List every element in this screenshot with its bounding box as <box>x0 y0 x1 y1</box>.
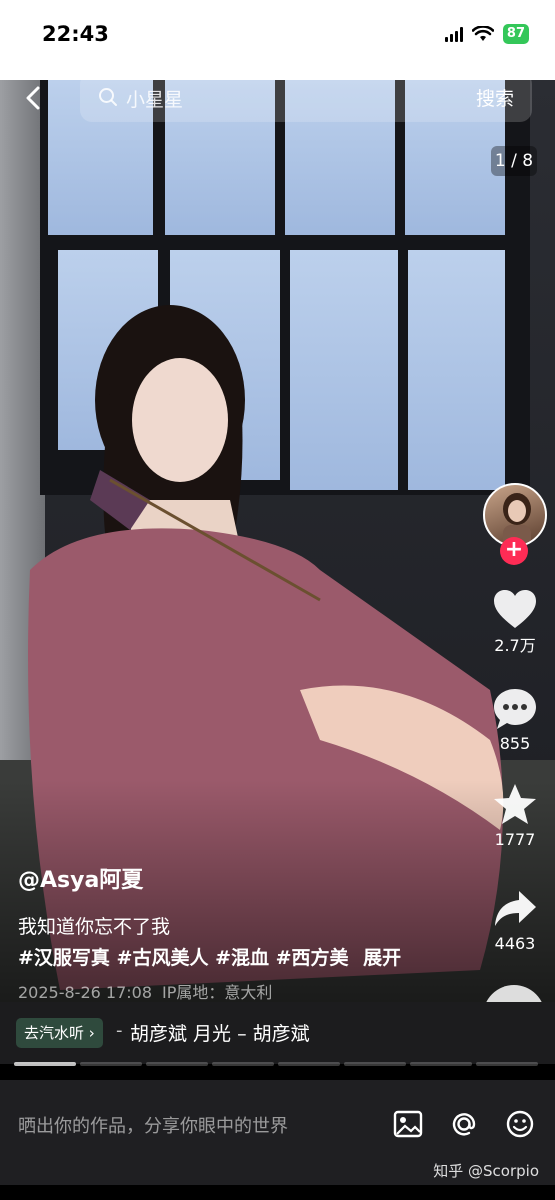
at-icon[interactable] <box>446 1106 482 1142</box>
search-button[interactable]: 搜索 <box>476 84 514 111</box>
cellular-signal-icon <box>444 26 463 42</box>
music-bar[interactable]: 去汽水听 › - 胡彦斌 月光 – 胡彦斌 <box>0 1002 555 1064</box>
wifi-icon <box>471 26 494 41</box>
post-caption: 我知道你忘不了我 <box>18 916 171 938</box>
follow-button[interactable]: + <box>500 537 528 565</box>
status-icons: 87 <box>444 24 529 44</box>
battery-badge: 87 <box>502 24 529 44</box>
watermark-text: 知乎 @Scorpio <box>433 1162 539 1180</box>
heart-icon <box>494 590 536 628</box>
comment-input[interactable]: 晒出你的作品，分享你眼中的世界 <box>18 1112 288 1138</box>
share-icon <box>495 891 536 926</box>
comment-icon <box>494 689 536 729</box>
favorite-button[interactable]: 1777 <box>488 782 542 849</box>
like-button[interactable]: 2.7万 <box>488 588 542 656</box>
back-icon[interactable] <box>22 86 46 110</box>
post-tags: #汉服写真 #古风美人 #混血 #西方美 展开 <box>18 943 401 970</box>
star-icon <box>494 784 536 824</box>
search-icon <box>99 88 117 106</box>
favorite-count: 1777 <box>494 830 536 849</box>
share-button[interactable]: 4463 <box>488 888 542 953</box>
comment-count: 855 <box>499 734 531 753</box>
image-icon[interactable] <box>390 1106 426 1142</box>
comment-button[interactable]: 855 <box>488 686 542 753</box>
search-query[interactable]: 小星星 <box>126 85 183 112</box>
music-song-title[interactable]: 胡彦斌 月光 – 胡彦斌 <box>130 1019 345 1046</box>
post-author[interactable]: @Asya阿夏 <box>18 862 143 894</box>
expand-link[interactable]: 展开 <box>363 947 401 969</box>
post-hashtags[interactable]: #汉服写真 #古风美人 #混血 #西方美 <box>18 947 349 969</box>
home-indicator-area <box>0 1185 555 1200</box>
share-count: 4463 <box>494 934 536 953</box>
status-bar: 22:43 87 <box>0 0 555 80</box>
image-counter: 1 / 8 <box>491 146 537 176</box>
post-date: 2025-8-26 17:08 <box>18 983 152 1002</box>
like-count: 2.7万 <box>494 636 536 655</box>
status-time: 22:43 <box>42 22 109 46</box>
post-meta: 2025-8-26 17:08 IP属地：意大利 <box>18 979 272 1003</box>
emoji-icon[interactable] <box>502 1106 538 1142</box>
search-bar[interactable]: 小星星 搜索 <box>80 72 532 122</box>
post-ip: IP属地：意大利 <box>162 983 273 1002</box>
image-progress <box>14 1062 538 1066</box>
music-separator: - <box>116 1020 123 1041</box>
comment-composer[interactable]: 晒出你的作品，分享你眼中的世界 <box>0 1080 555 1200</box>
open-music-app-button[interactable]: 去汽水听 › <box>16 1018 103 1048</box>
